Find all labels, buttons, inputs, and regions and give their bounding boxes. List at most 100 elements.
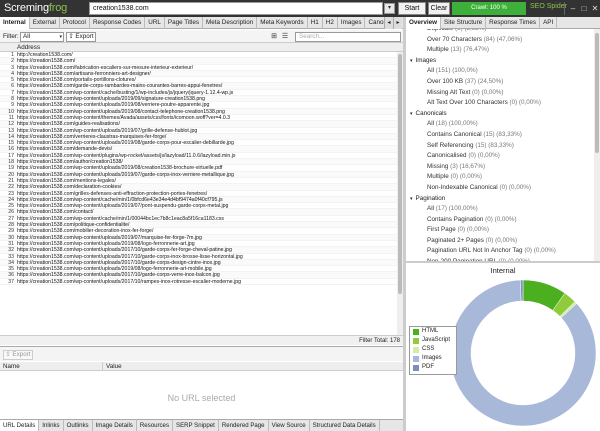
tab-overview[interactable]: Overview — [406, 17, 442, 29]
overview-section[interactable]: ▾ Pagination — [406, 194, 594, 205]
overview-section[interactable]: ▾ Images — [406, 56, 594, 67]
tab-meta-description[interactable]: Meta Description — [203, 17, 258, 29]
overview-item-count: (13) (76,47%) — [450, 46, 489, 54]
row-address: https://creation1538.com/artisans-ferron… — [17, 70, 151, 77]
list-view-icon[interactable]: ☰ — [281, 33, 289, 41]
table-row[interactable]: 37 https://creation1538.com/wp-content/up… — [0, 279, 397, 285]
overview-item[interactable]: Canonicalised (0) (0,00%) — [406, 151, 594, 162]
overview-item[interactable]: Over 70 Characters (84) (47,06%) — [406, 35, 594, 46]
scrollbar-thumb[interactable] — [398, 54, 402, 294]
minimize-icon[interactable]: ‒ — [569, 4, 577, 13]
row-number: 18 — [8, 159, 14, 166]
tab-image-details[interactable]: Image Details — [93, 420, 137, 431]
tab-serp-snippet[interactable]: SERP Snippet — [173, 420, 219, 431]
overview-item[interactable]: Multiple (0) (0,00%) — [406, 172, 594, 183]
legend-label: HTML — [422, 328, 439, 334]
overview-item[interactable]: All (18) (100,00%) — [406, 119, 594, 130]
overview-scrollbar[interactable] — [594, 29, 600, 261]
overview-item[interactable]: All (151) (100,0%) — [406, 66, 594, 77]
row-number: 15 — [8, 140, 14, 147]
overview-item[interactable]: Pagination URL Not In Anchor Tag (0) (0,… — [406, 246, 594, 257]
url-dropdown-icon[interactable]: ▾ — [384, 3, 395, 14]
overview-item[interactable]: Paginated 2+ Pages (0) (0,00%) — [406, 236, 594, 247]
tab-meta-keywords[interactable]: Meta Keywords — [257, 17, 308, 29]
close-icon[interactable]: ✕ — [591, 4, 599, 13]
overview-item-count: (0) (0,00%) — [524, 247, 556, 255]
filter-row: Filter: All ▾ ⇪ Export ⊞ ☰ Search... — [0, 30, 403, 43]
row-number: 22 — [8, 184, 14, 191]
overview-item[interactable]: Contains Pagination (0) (0,00%) — [406, 215, 594, 226]
row-address: https://creation1538.com/demande-devis/ — [17, 146, 113, 153]
tabs-scroll-left-icon[interactable]: ◂ — [384, 17, 393, 29]
chart-legend: HTML JavaScript CSS Images PDF — [409, 326, 457, 375]
legend-swatch — [413, 365, 419, 371]
row-address: https://creation1538.com/contact/ — [17, 209, 94, 216]
tab-response-times[interactable]: Response Times — [486, 17, 541, 29]
tab-page-titles[interactable]: Page Titles — [165, 17, 204, 29]
overview-item[interactable]: Missing Alt Text (0) (0,00%) — [406, 88, 594, 99]
start-button[interactable]: Start — [398, 2, 426, 15]
crawl-progress-bar: Crawl: 100 % — [452, 2, 526, 15]
row-address: https://creation1538.com/garde-corps-ram… — [17, 83, 223, 90]
maximize-icon[interactable]: □ — [580, 4, 588, 13]
tab-rendered-page[interactable]: Rendered Page — [219, 420, 269, 431]
tab-protocol[interactable]: Protocol — [60, 17, 90, 29]
collapse-triangle-icon[interactable]: ▾ — [410, 58, 413, 64]
tab-h1[interactable]: H1 — [308, 17, 323, 29]
tab-resources[interactable]: Resources — [137, 420, 173, 431]
tab-view-source[interactable]: View Source — [269, 420, 310, 431]
overview-item[interactable]: Alt Text Over 100 Characters (0) (0,00%) — [406, 98, 594, 109]
overview-item[interactable]: Multiple (13) (76,47%) — [406, 45, 594, 56]
table-header: Address — [0, 43, 403, 52]
search-input[interactable]: Search... — [295, 32, 401, 42]
column-header-address[interactable]: Address — [17, 44, 40, 51]
tab-structured-data-details[interactable]: Structured Data Details — [310, 420, 380, 431]
overview-item[interactable]: Over 100 KB (37) (24,50%) — [406, 77, 594, 88]
tab-inlinks[interactable]: Inlinks — [39, 420, 64, 431]
url-table: Address 1 http://creation1538.com/2 https:… — [0, 43, 403, 338]
scrollbar-thumb[interactable] — [595, 33, 599, 153]
collapse-triangle-icon[interactable]: ▾ — [410, 196, 413, 202]
tree-view-icon[interactable]: ⊞ — [270, 33, 278, 41]
column-divider — [102, 362, 103, 371]
row-number: 27 — [8, 215, 14, 222]
url-input[interactable]: creation1538.com — [89, 2, 383, 15]
tab-url-details[interactable]: URL Details — [0, 420, 40, 431]
column-header-name[interactable]: Name — [3, 363, 20, 370]
legend-entry: HTML — [410, 327, 456, 336]
tab-site-structure[interactable]: Site Structure — [441, 17, 487, 29]
legend-label: JavaScript — [422, 337, 451, 343]
overview-item[interactable]: Missing (3) (16,67%) — [406, 162, 594, 173]
tabs-scroll-right-icon[interactable]: ▸ — [393, 17, 402, 29]
overview-item[interactable]: Self Referencing (15) (83,33%) — [406, 141, 594, 152]
row-number: 29 — [8, 228, 14, 235]
lower-table-body: No URL selected — [0, 371, 403, 418]
tab-url[interactable]: URL — [145, 17, 165, 29]
row-number: 3 — [11, 64, 14, 71]
lower-export-button[interactable]: ⇪ Export — [3, 350, 33, 360]
collapse-triangle-icon[interactable]: ▾ — [410, 111, 413, 117]
filter-select[interactable]: All ▾ — [20, 32, 64, 42]
overview-item-label: Duplicate — [427, 29, 453, 32]
tab-response-codes[interactable]: Response Codes — [90, 17, 146, 29]
tab-external[interactable]: External — [30, 17, 60, 29]
tab-api[interactable]: API — [540, 17, 558, 29]
tab-internal[interactable]: Internal — [0, 17, 30, 29]
overview-item[interactable]: Contains Canonical (15) (83,33%) — [406, 130, 594, 141]
export-button[interactable]: ⇪ Export — [66, 32, 96, 42]
column-header-value[interactable]: Value — [106, 363, 122, 370]
overview-section[interactable]: ▾ Canonicals — [406, 109, 594, 120]
overview-item-count: (0) (0,00%) — [468, 152, 500, 160]
tab-images[interactable]: Images — [338, 17, 366, 29]
overview-item[interactable]: All (17) (100,00%) — [406, 204, 594, 215]
tab-h2[interactable]: H2 — [323, 17, 338, 29]
overview-item[interactable]: Non-Indexable Canonical (0) (0,00%) — [406, 183, 594, 194]
toolbar-divider — [564, 2, 565, 15]
overview-item-count: (0) (0,00%) — [472, 88, 504, 96]
row-number: 16 — [8, 146, 14, 153]
clear-button[interactable]: Clear — [428, 2, 450, 15]
overview-item[interactable]: First Page (0) (0,00%) — [406, 225, 594, 236]
tab-outlinks[interactable]: Outlinks — [64, 420, 93, 431]
row-number: 4 — [11, 70, 14, 77]
row-number: 28 — [8, 222, 14, 229]
